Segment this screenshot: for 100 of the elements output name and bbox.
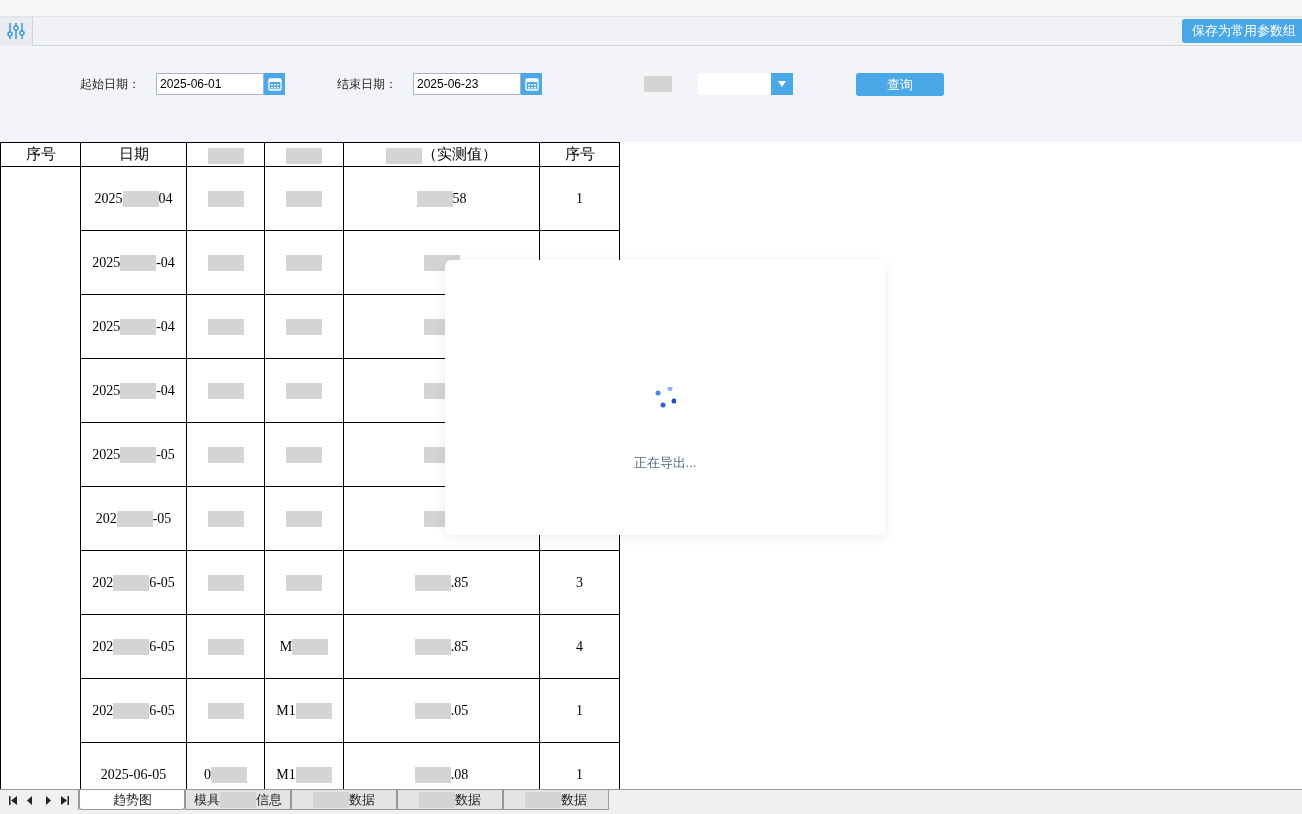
loading-message: 正在导出...: [633, 454, 697, 472]
cell-text: -05: [156, 446, 175, 462]
cell-text: -04: [156, 254, 175, 270]
redaction-mark: [286, 383, 322, 400]
last-sheet-icon[interactable]: [61, 795, 70, 805]
redaction-mark: [414, 767, 451, 784]
prev-sheet-icon[interactable]: [26, 795, 35, 805]
cell-text: -04: [156, 382, 175, 398]
cell-text: M1: [276, 766, 296, 782]
cell-text: -04: [156, 318, 175, 334]
cell-text: 202: [92, 574, 114, 590]
cell-text: 6-05: [149, 702, 175, 718]
spinner-icon: [654, 387, 676, 409]
redaction-mark: [525, 791, 561, 808]
redaction-mark: [207, 383, 244, 400]
cell-text: 2025-06-05: [100, 766, 167, 782]
redaction-mark: [207, 511, 244, 528]
cell-text: 4: [576, 638, 583, 654]
redaction-mark: [122, 191, 159, 208]
redaction-mark: [207, 703, 244, 720]
redaction-mark: [286, 191, 322, 208]
caret-icon: [771, 73, 793, 95]
calendar-icon[interactable]: [264, 73, 285, 95]
cell-text: 2025: [92, 254, 121, 270]
redaction-mark: [207, 255, 244, 272]
column-header: 日期: [118, 146, 149, 162]
redaction-mark: [295, 703, 332, 720]
sheet-tab[interactable]: 模具 信息: [185, 790, 291, 810]
redaction-mark: [295, 767, 332, 784]
cell-text: 1: [576, 190, 583, 206]
date-field[interactable]: 2025-06-01: [156, 73, 264, 95]
column-header: （实测值）: [422, 146, 497, 162]
cell-text: .05: [450, 702, 469, 718]
sheet-tab[interactable]: 数据: [291, 790, 397, 810]
cell-text: 202: [95, 510, 117, 526]
tab-label: 数据: [349, 790, 375, 809]
redaction-mark: [286, 447, 322, 464]
tab-label: 趋势图: [112, 790, 152, 809]
redaction-mark: [120, 447, 157, 464]
redaction-mark: [211, 767, 247, 784]
first-sheet-icon[interactable]: [8, 795, 17, 805]
cell-text: -05: [152, 510, 172, 526]
cell-text: 58: [452, 190, 467, 206]
cell-text: 2025: [92, 318, 121, 334]
cell-text: 1: [576, 702, 583, 718]
redaction-mark: [414, 703, 451, 720]
cell-text: 2025: [92, 446, 121, 462]
cell-text: .08: [450, 766, 469, 782]
redaction-mark: [286, 319, 322, 336]
redaction-mark: [113, 703, 150, 720]
redaction-mark: [414, 639, 451, 656]
redaction-mark: [113, 575, 150, 592]
next-sheet-icon[interactable]: [43, 795, 52, 805]
tab-label: 模具: [194, 790, 220, 809]
cell-text: 0: [204, 766, 211, 782]
cell-text: 2025: [92, 382, 121, 398]
sheet-tab[interactable]: 数据: [503, 790, 609, 810]
redaction-mark: [207, 319, 244, 336]
column-header: 序号: [25, 146, 56, 162]
redaction-mark: [644, 76, 672, 92]
redaction-mark: [286, 255, 322, 272]
redaction-mark: [207, 447, 244, 464]
cell-text: 202: [92, 638, 114, 654]
field-label: 起始日期：: [80, 76, 141, 93]
column-header: 序号: [564, 146, 595, 162]
redaction-mark: [292, 639, 329, 656]
cell-text: 1: [576, 766, 583, 782]
redaction-mark: [120, 383, 157, 400]
redaction-mark: [113, 639, 150, 656]
calendar-icon[interactable]: [521, 73, 542, 95]
redaction-mark: [220, 791, 256, 808]
tab-label: 数据: [561, 790, 587, 809]
date-field[interactable]: 2025-06-23: [413, 73, 521, 95]
cell-text: .85: [450, 574, 469, 590]
redaction-mark: [207, 639, 244, 656]
cell-text: 6-05: [149, 574, 175, 590]
sheet-tab[interactable]: 趋势图: [79, 790, 185, 810]
redaction-mark: [286, 575, 322, 592]
redaction-mark: [120, 319, 157, 336]
redaction-mark: [120, 255, 157, 272]
redaction-mark: [419, 791, 455, 808]
tab-label: 信息: [256, 790, 282, 809]
redaction-mark: [313, 791, 349, 808]
cell-text: 3: [576, 574, 583, 590]
redaction-mark: [416, 191, 453, 208]
redaction-mark: [207, 575, 244, 592]
cell-text: 2025: [94, 190, 123, 206]
cell-text: M1: [276, 702, 296, 718]
dropdown-field[interactable]: [698, 73, 793, 95]
tab-label: 数据: [455, 790, 481, 809]
cell-text: 202: [92, 702, 114, 718]
redaction-mark: [116, 511, 153, 528]
cell-text: 6-05: [149, 638, 175, 654]
field-label: 结束日期：: [337, 76, 398, 93]
sheet-tab[interactable]: 数据: [397, 790, 503, 810]
redaction-mark: [207, 191, 244, 208]
cell-text: 04: [158, 190, 173, 206]
redaction-mark: [286, 511, 322, 528]
redaction-mark: [414, 575, 451, 592]
cell-text: M: [279, 638, 293, 654]
